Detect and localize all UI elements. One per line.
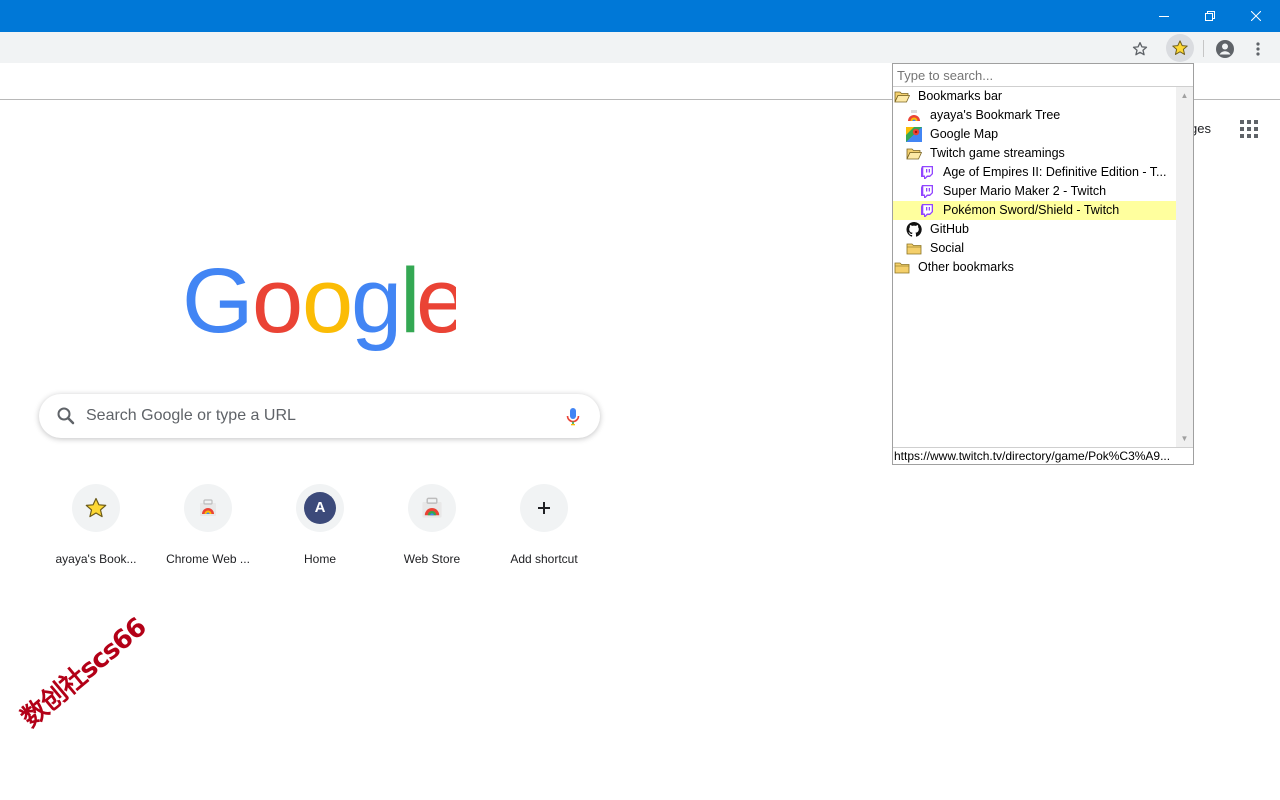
bookmark-folder-twitch-game-streamings[interactable]: Twitch game streamings [893, 144, 1176, 163]
rainbow-icon [906, 108, 922, 123]
address-bar[interactable] [0, 32, 1160, 63]
bookmark-item-ayaya-s-bookmark-tree[interactable]: ayaya's Bookmark Tree [893, 106, 1176, 125]
search-icon [57, 407, 75, 425]
search-placeholder: Search Google or type a URL [86, 407, 296, 424]
bookmark-folder-social[interactable]: Social [893, 239, 1176, 258]
bookmark-label: Super Mario Maker 2 - Twitch [943, 184, 1107, 198]
folder-open-icon [894, 89, 911, 104]
ntp-search-box[interactable]: Search Google or type a URL [39, 394, 600, 438]
shortcut-ayaya-bookmark-tree[interactable]: ayaya's Book... [40, 484, 152, 584]
shortcut-tile [520, 484, 568, 532]
shortcut-label: ayaya's Book... [55, 552, 137, 566]
bookmark-folder-bookmarks-bar[interactable]: Bookmarks bar [893, 87, 1176, 106]
bookmark-item-age-of-empires-ii-definitive-edition-t[interactable]: Age of Empires II: Definitive Edition - … [893, 163, 1176, 182]
twitch-icon [919, 184, 935, 199]
shortcut-label: Home [303, 552, 336, 566]
bookmark-label: Age of Empires II: Definitive Edition - … [943, 165, 1167, 179]
restore-button[interactable] [1187, 0, 1233, 32]
bookmark-item-pok-mon-sword-shield-twitch[interactable]: Pokémon Sword/Shield - Twitch [893, 201, 1176, 220]
bookmark-label: Social [930, 241, 965, 255]
bookmark-tree-extension-button[interactable] [1166, 34, 1194, 62]
minimize-icon [1159, 16, 1169, 17]
bookmark-label: Google Map [930, 127, 999, 141]
bookmark-star-button[interactable] [1128, 37, 1152, 61]
window-titlebar [0, 0, 1280, 32]
folder-open-icon [906, 146, 923, 161]
shortcut-tile [408, 484, 456, 532]
scroll-up-arrow-icon[interactable]: ▲ [1180, 91, 1189, 100]
minimize-button[interactable] [1141, 0, 1187, 32]
svg-text:o: o [302, 258, 353, 352]
account-circle-icon [1216, 40, 1234, 58]
shortcut-label: Web Store [403, 552, 461, 566]
github-icon [906, 221, 922, 237]
toolbar-separator [1203, 40, 1204, 57]
shortcut-chrome-web-store[interactable]: Chrome Web ... [152, 484, 264, 584]
restore-icon [1205, 11, 1215, 21]
bookmark-search-input[interactable] [893, 64, 1193, 87]
svg-text:e: e [416, 258, 456, 352]
bookmark-item-super-mario-maker-2-twitch[interactable]: Super Mario Maker 2 - Twitch [893, 182, 1176, 201]
browser-toolbar [0, 32, 1280, 63]
bookmark-label: GitHub [930, 222, 969, 236]
bookmark-label: Bookmarks bar [918, 89, 1003, 103]
star-outline-icon [1132, 42, 1148, 56]
tree-scrollbar[interactable]: ▲ ▼ [1176, 87, 1193, 447]
bookmark-label: Pokémon Sword/Shield - Twitch [943, 203, 1120, 217]
bookmark-label: Other bookmarks [918, 260, 1014, 274]
svg-text:o: o [252, 258, 303, 352]
bookmark-item-github[interactable]: GitHub [893, 220, 1176, 239]
google-apps-button[interactable] [1239, 119, 1259, 139]
folder-icon [906, 241, 922, 256]
watermark-text: 数创社scs66 [15, 612, 152, 734]
chrome-store-icon [200, 499, 216, 516]
google-maps-icon [906, 127, 922, 142]
bookmark-item-google-map[interactable]: Google Map [893, 125, 1176, 144]
star-extension-icon [1172, 40, 1188, 55]
star-icon [85, 497, 107, 518]
shortcut-home[interactable]: A Home [264, 484, 376, 584]
twitch-icon [919, 165, 935, 180]
close-button[interactable] [1233, 0, 1279, 32]
apps-grid-icon [1240, 120, 1258, 138]
avatar-letter: A [304, 492, 336, 524]
google-logo: G o o g l e [182, 258, 456, 352]
twitch-icon [919, 203, 935, 218]
folder-icon [894, 260, 910, 275]
shortcut-label: Add shortcut [510, 552, 578, 566]
shortcut-tile [184, 484, 232, 532]
bookmark-label: Twitch game streamings [930, 146, 1065, 160]
bookmark-tree: Bookmarks bar ayaya's Bookmark Tree Google… [893, 87, 1176, 447]
web-store-icon [422, 497, 442, 518]
shortcut-web-store[interactable]: Web Store [376, 484, 488, 584]
svg-text:G: G [182, 258, 254, 352]
shortcut-label: Chrome Web ... [166, 552, 250, 566]
add-shortcut-button[interactable]: Add shortcut [488, 484, 600, 584]
close-icon [1251, 11, 1261, 21]
chrome-menu-button[interactable] [1246, 37, 1270, 61]
bookmark-label: ayaya's Bookmark Tree [930, 108, 1061, 122]
more-vert-icon [1256, 42, 1260, 56]
bookmark-folder-other-bookmarks[interactable]: Other bookmarks [893, 258, 1176, 277]
scroll-down-arrow-icon[interactable]: ▼ [1180, 434, 1189, 443]
microphone-icon[interactable] [563, 404, 583, 428]
shortcut-tile [72, 484, 120, 532]
shortcut-tile: A [296, 484, 344, 532]
plus-icon [538, 502, 550, 514]
url-status-bar: https://www.twitch.tv/directory/game/Pok… [893, 447, 1193, 464]
profile-button[interactable] [1213, 37, 1237, 61]
svg-text:g: g [351, 258, 402, 352]
bookmark-tree-popup: Bookmarks bar ayaya's Bookmark Tree Google… [892, 63, 1194, 465]
